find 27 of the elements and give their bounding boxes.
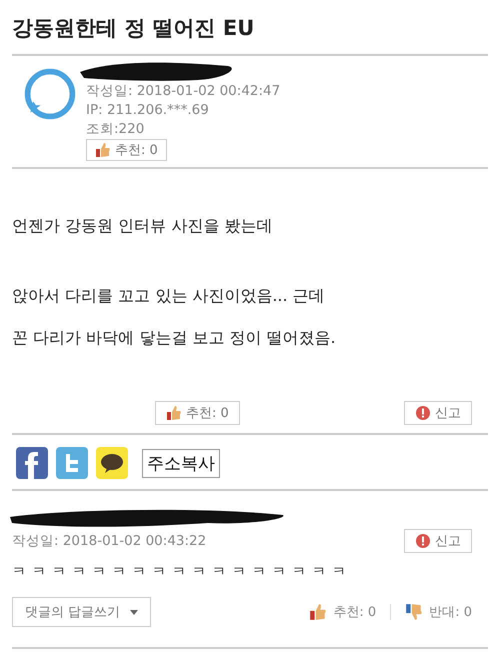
recommend-button[interactable]: 추천: 0: [155, 401, 240, 425]
chat-bubble-icon[interactable]: [96, 447, 128, 479]
post-text: 앉아서 다리를 꼬고 있는 사진이었음... 근데: [12, 285, 326, 307]
post-title: 강동원한테 정 떨어진 EU: [12, 15, 256, 42]
thumbs-up-icon: [166, 405, 182, 421]
report-button[interactable]: 신고: [404, 401, 472, 425]
ip-address: IP: 211.206.***.69: [86, 101, 209, 120]
oppose-count: 반대: 0: [429, 604, 472, 621]
report-button[interactable]: 신고: [404, 529, 472, 553]
copy-address-button[interactable]: 주소복사: [142, 448, 220, 478]
recommend-button[interactable]: 추천: 0: [86, 139, 167, 161]
avatar-icon: [22, 66, 78, 122]
recommend-count: 추천: 0: [333, 604, 376, 621]
comment-date: 작성일: 2018-01-02 00:43:22: [12, 532, 206, 550]
post-text: 언젠가 강동원 인터뷰 사진을 봤는데: [12, 215, 274, 237]
post-text: 꼰 다리가 바닥에 닿는걸 보고 정이 떨어졌음.: [12, 327, 337, 349]
facebook-icon[interactable]: [16, 447, 48, 479]
thumbs-up-icon[interactable]: [309, 603, 328, 621]
view-count: 조회:220: [86, 120, 144, 139]
reply-dropdown[interactable]: 댓글의 답글쓰기: [12, 597, 152, 627]
alert-icon: [415, 533, 431, 549]
thumbs-up-icon: [95, 142, 111, 158]
alert-icon: [415, 405, 431, 421]
post-date: 작성일: 2018-01-02 00:42:47: [86, 82, 280, 101]
caret-icon: [130, 610, 138, 614]
comment-text: ㅋㅋㅋㅋㅋㅋㅋㅋㅋㅋㅋㅋㅋㅋㅋㅋㅋ: [12, 563, 353, 581]
thumbs-down-icon[interactable]: [405, 603, 424, 621]
